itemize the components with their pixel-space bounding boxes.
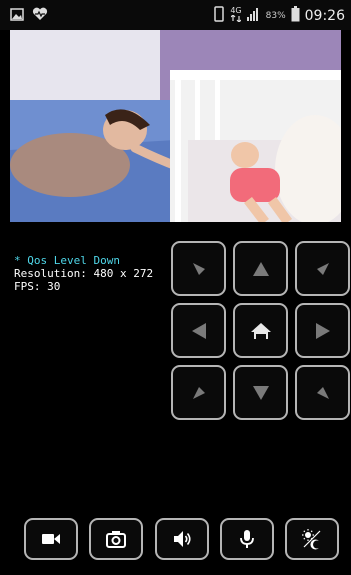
- speaker-icon: [174, 531, 191, 547]
- tilt-down-button[interactable]: [233, 365, 288, 420]
- tilt-up-button[interactable]: [233, 241, 288, 296]
- microphone-icon: [240, 530, 254, 548]
- camera-feed[interactable]: [10, 30, 341, 222]
- network-label: 4G: [230, 6, 242, 15]
- signal-icon: [246, 7, 261, 24]
- camera-frame-image: [10, 30, 341, 222]
- pan-up-right-button[interactable]: [295, 241, 350, 296]
- arrow-up-left-icon: [192, 262, 205, 275]
- speaker-button[interactable]: [155, 518, 209, 560]
- record-video-button[interactable]: [24, 518, 78, 560]
- gallery-icon: [10, 7, 24, 24]
- battery-percent: 83%: [265, 10, 286, 21]
- arrow-down-left-icon: [192, 386, 205, 399]
- fps-text: FPS: 30: [14, 280, 61, 293]
- sun-moon-icon: [302, 529, 321, 550]
- pan-left-button[interactable]: [171, 303, 226, 358]
- arrow-down-right-icon: [316, 386, 329, 399]
- arrow-left-icon: [191, 322, 206, 339]
- pan-down-left-button[interactable]: [171, 365, 226, 420]
- video-camera-icon: [42, 534, 60, 544]
- pan-up-left-button[interactable]: [171, 241, 226, 296]
- arrow-down-icon: [252, 385, 269, 400]
- arrow-right-icon: [315, 322, 330, 339]
- battery-icon: [291, 6, 300, 25]
- qos-status: * Qos Level Down: [14, 254, 120, 267]
- day-night-mode-button[interactable]: [285, 518, 339, 560]
- home-position-button[interactable]: [233, 303, 288, 358]
- heart-monitor-icon: [32, 7, 48, 24]
- microphone-button[interactable]: [220, 518, 274, 560]
- pan-right-button[interactable]: [295, 303, 350, 358]
- pan-down-right-button[interactable]: [295, 365, 350, 420]
- resolution-text: Resolution: 480 x 272: [14, 267, 154, 280]
- vibrate-icon: [213, 6, 225, 25]
- snapshot-button[interactable]: [89, 518, 143, 560]
- bottom-toolbar: [0, 518, 351, 562]
- network-type-icon: 4G: [230, 6, 242, 24]
- stream-info: * Qos Level Down Resolution: 480 x 272 F…: [14, 254, 153, 293]
- home-icon: [250, 322, 271, 339]
- camera-icon: [106, 531, 126, 548]
- arrow-up-right-icon: [316, 262, 329, 275]
- clock: 09:26: [304, 7, 345, 24]
- ptz-control-pad: [171, 241, 350, 423]
- arrow-up-icon: [252, 261, 269, 276]
- status-bar: 4G 83% 09:26: [0, 0, 351, 30]
